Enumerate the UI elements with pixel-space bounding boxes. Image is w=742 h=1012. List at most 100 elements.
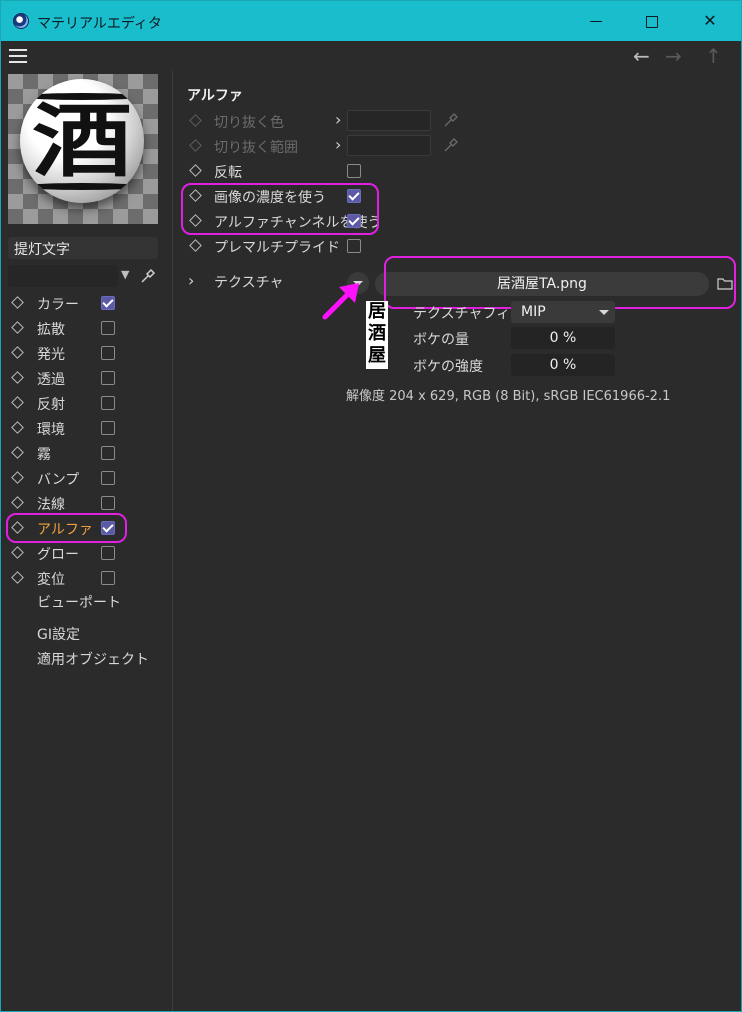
channel-label: 反射 — [37, 397, 65, 413]
cutout-color-field[interactable] — [347, 110, 431, 131]
diamond-icon[interactable] — [11, 571, 24, 584]
diamond-icon[interactable] — [11, 496, 24, 509]
hamburger-icon[interactable] — [9, 49, 27, 63]
diamond-icon[interactable] — [11, 396, 24, 409]
cutout-color-label: 切り抜く色 — [214, 115, 284, 131]
diamond-icon[interactable] — [189, 239, 202, 252]
channel-label: 発光 — [37, 347, 65, 363]
texture-filter-select[interactable]: MIP — [511, 301, 615, 323]
channel-label: 霧 — [37, 447, 51, 463]
channel-item[interactable]: バンプ — [1, 467, 171, 489]
channel-checkbox[interactable] — [101, 321, 115, 335]
caret-down-icon — [599, 310, 609, 315]
premultiplied-row: プレマルチプライド — [181, 234, 741, 258]
cutout-range-field[interactable] — [347, 135, 431, 156]
minimize-button[interactable] — [581, 9, 611, 33]
diamond-icon[interactable] — [11, 321, 24, 334]
preview-kanji: 酒 — [32, 94, 132, 188]
diamond-icon[interactable] — [11, 446, 24, 459]
channel-item[interactable]: 環境 — [1, 417, 171, 439]
channel-label: 変位 — [37, 572, 65, 588]
arrow-right-icon[interactable]: → — [665, 45, 682, 67]
diamond-icon[interactable] — [11, 296, 24, 309]
thumb-char: 居 — [368, 301, 386, 322]
cutout-range-row: 切り抜く範囲 › — [181, 134, 741, 158]
invert-row: 反転 — [181, 159, 741, 183]
channel-checkbox[interactable] — [101, 371, 115, 385]
channel-item[interactable]: 法線 — [1, 492, 171, 514]
window-title: マテリアルエディタ — [37, 16, 162, 32]
channel-item[interactable]: 透過 — [1, 367, 171, 389]
channel-checkbox[interactable] — [101, 471, 115, 485]
channel-checkbox[interactable] — [101, 446, 115, 460]
blur-amount-input[interactable]: 0 % — [511, 327, 615, 349]
highlight-outline — [6, 513, 127, 543]
channel-checkbox[interactable] — [101, 571, 115, 585]
channel-item[interactable]: 変位 — [1, 567, 171, 589]
chevron-right-icon[interactable]: › — [335, 135, 341, 154]
material-layer-field[interactable] — [8, 265, 118, 287]
diamond-icon[interactable] — [189, 114, 202, 127]
diamond-icon[interactable] — [189, 164, 202, 177]
material-preview[interactable]: 酒 — [8, 74, 158, 224]
title-bar: マテリアルエディタ ✕ — [1, 1, 741, 41]
channel-item[interactable]: 拡散 — [1, 317, 171, 339]
premultiplied-label: プレマルチプライド — [214, 240, 340, 256]
assignment-item[interactable]: 適用オブジェクト — [37, 649, 149, 669]
premultiplied-checkbox[interactable] — [347, 239, 361, 253]
chevron-right-icon[interactable]: › — [335, 110, 341, 129]
cinema4d-app-icon — [13, 13, 29, 29]
channel-item[interactable]: グロー — [1, 542, 171, 564]
channel-checkbox[interactable] — [101, 346, 115, 360]
invert-checkbox[interactable] — [347, 164, 361, 178]
caret-down-icon[interactable]: ▼ — [121, 268, 129, 281]
thumb-char: 酒 — [368, 323, 386, 344]
channel-label: バンプ — [37, 472, 80, 488]
chevron-right-icon[interactable]: › — [188, 271, 194, 290]
texture-thumbnail[interactable]: 居 酒 屋 — [366, 301, 388, 369]
invert-label: 反転 — [214, 165, 242, 181]
channel-item[interactable]: 霧 — [1, 442, 171, 464]
cutout-range-label: 切り抜く範囲 — [214, 140, 298, 156]
close-button[interactable]: ✕ — [695, 9, 725, 33]
highlight-outline — [181, 183, 379, 235]
channel-checkbox[interactable] — [101, 296, 115, 310]
preview-sphere: 酒 — [20, 79, 144, 203]
blur-amount-label: ボケの量 — [413, 332, 469, 348]
channel-label: 法線 — [37, 497, 65, 513]
viewport-item[interactable]: ビューポート — [37, 592, 121, 612]
channel-checkbox[interactable] — [101, 496, 115, 510]
channel-sidebar: 酒 提灯文字 ▼ カラー 拡散 発光 透過 反射 環境霧バンプ 法線 アルファ グロー 変位 ビュ… — [1, 71, 171, 1011]
texture-filter-value: MIP — [521, 304, 546, 320]
diamond-icon[interactable] — [189, 139, 202, 152]
channel-label: グロー — [37, 547, 79, 563]
channel-item[interactable]: カラー — [1, 292, 171, 314]
maximize-button[interactable] — [637, 9, 667, 33]
diamond-icon[interactable] — [11, 471, 24, 484]
channel-item[interactable]: 反射 — [1, 392, 171, 414]
diamond-icon[interactable] — [11, 346, 24, 359]
channel-checkbox[interactable] — [101, 421, 115, 435]
toolbar: ← → ↑ — [1, 41, 741, 71]
channel-checkbox[interactable] — [101, 546, 115, 560]
pipette-icon[interactable] — [443, 112, 459, 128]
channel-label: 透過 — [37, 372, 65, 388]
pipette-icon[interactable] — [139, 267, 157, 285]
arrow-left-icon[interactable]: ← — [633, 45, 650, 67]
channel-label: 拡散 — [37, 322, 65, 338]
close-icon: ✕ — [703, 11, 717, 30]
channel-item[interactable]: 発光 — [1, 342, 171, 364]
minimize-icon — [590, 21, 602, 22]
channel-checkbox[interactable] — [101, 396, 115, 410]
diamond-icon[interactable] — [11, 371, 24, 384]
diamond-icon[interactable] — [11, 546, 24, 559]
blur-strength-input[interactable]: 0 % — [511, 354, 615, 376]
material-name-field[interactable]: 提灯文字 — [8, 237, 158, 259]
gi-settings-item[interactable]: GI設定 — [37, 624, 80, 644]
arrow-up-icon[interactable]: ↑ — [705, 45, 722, 67]
diamond-icon[interactable] — [11, 421, 24, 434]
channel-label: 環境 — [37, 422, 65, 438]
resolution-info: 解像度 204 x 629, RGB (8 Bit), sRGB IEC6196… — [346, 389, 671, 404]
sphere-band — [20, 183, 144, 190]
pipette-icon[interactable] — [443, 137, 459, 153]
